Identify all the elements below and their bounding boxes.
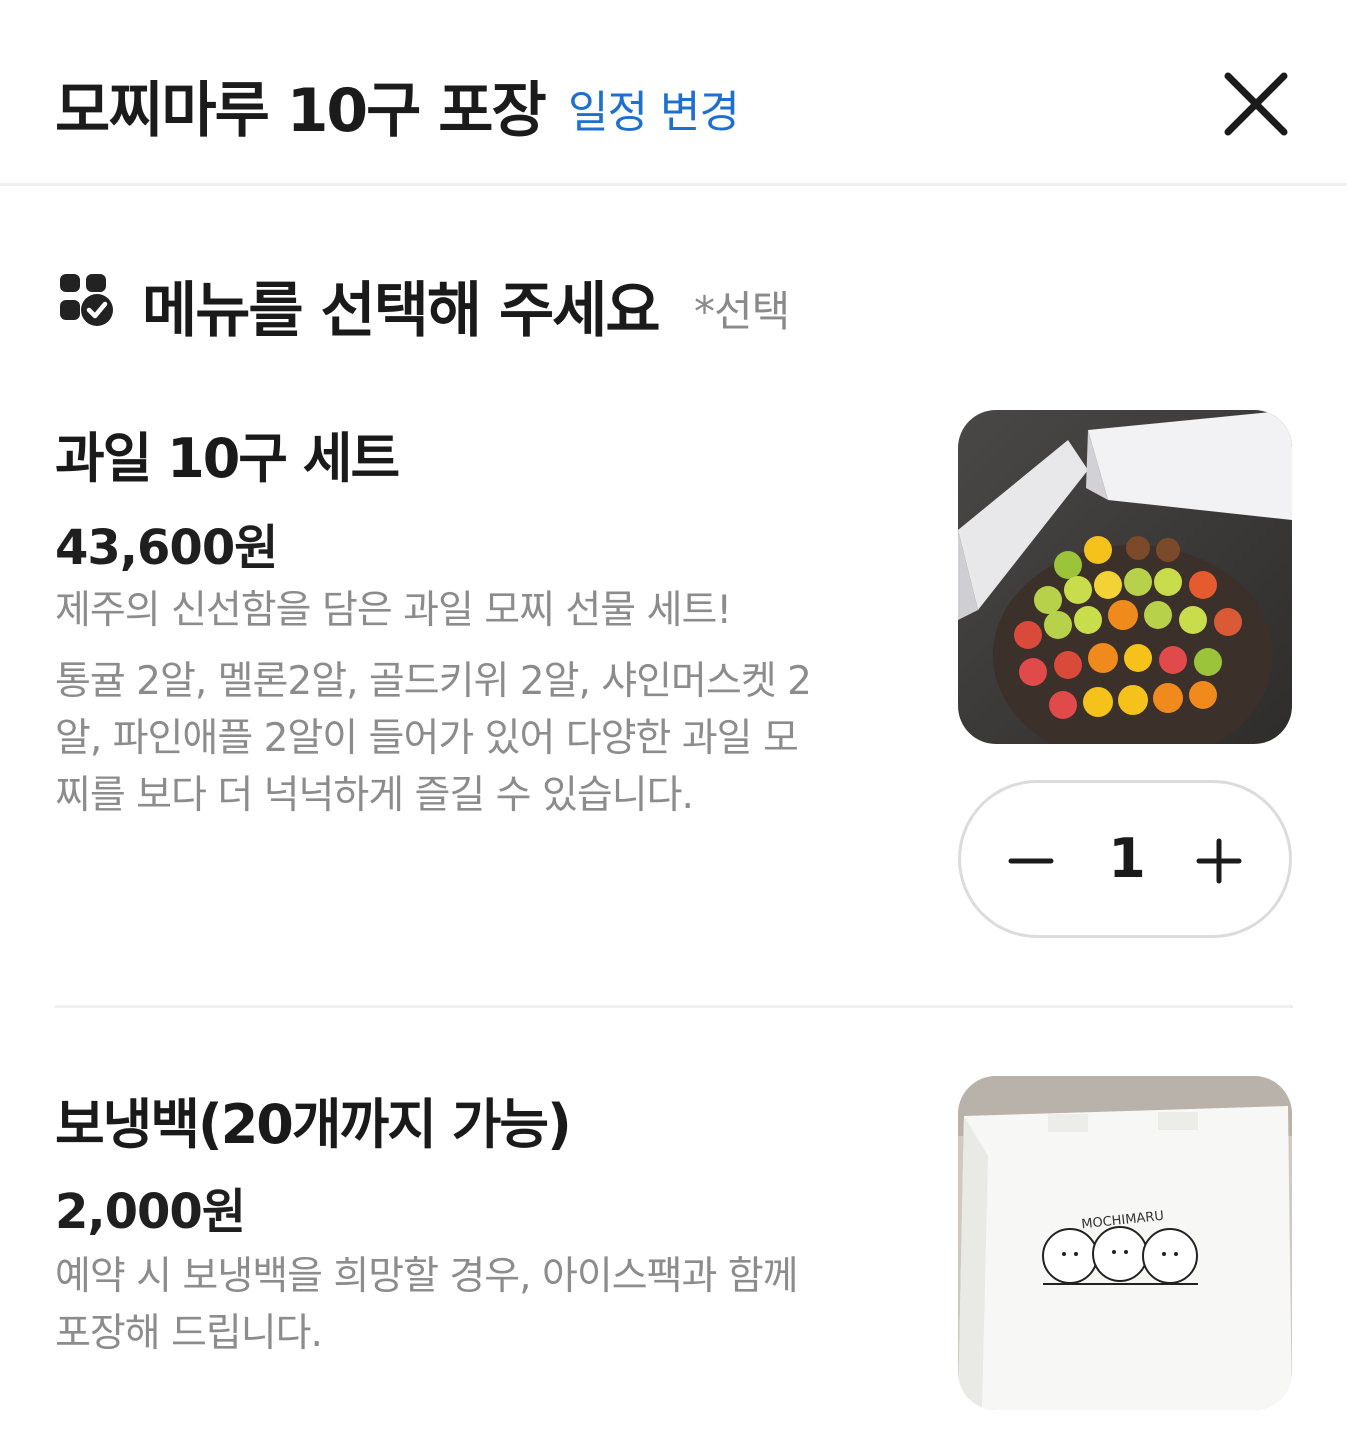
desc-line: 제주의 신선함을 담은 과일 모찌 선물 세트! bbox=[55, 588, 732, 633]
cooler-bag-photo: MOCHIMARU bbox=[958, 1076, 1292, 1410]
minus-icon bbox=[1008, 858, 1054, 864]
divider bbox=[55, 1005, 1293, 1008]
desc-line: 찌를 보다 더 넉넉하게 즐길 수 있습니다. bbox=[55, 773, 694, 818]
optional-note: *선택 bbox=[694, 287, 790, 336]
increase-button[interactable] bbox=[1177, 819, 1261, 903]
header: 모찌마루 10구 포장 일정 변경 bbox=[0, 0, 1347, 186]
menu-selection-page: 모찌마루 10구 포장 일정 변경 메뉴를 선택해 주세요 *선택 과일 10구… bbox=[0, 0, 1347, 1440]
item-price: 2,000원 bbox=[55, 1184, 246, 1240]
page-title: 모찌마루 10구 포장 bbox=[55, 76, 547, 146]
quantity-stepper: 1 bbox=[958, 780, 1292, 938]
desc-line: 포장해 드립니다. bbox=[55, 1311, 323, 1356]
desc-line: 알, 파인애플 2알이 들어가 있어 다양한 과일 모 bbox=[55, 716, 799, 761]
change-schedule-link[interactable]: 일정 변경 bbox=[568, 76, 740, 140]
item-name: 과일 10구 세트 bbox=[55, 427, 400, 490]
close-icon bbox=[1224, 72, 1288, 136]
item-name: 보냉백(20개까지 가능) bbox=[55, 1093, 572, 1156]
section-title: 메뉴를 선택해 주세요 bbox=[142, 276, 661, 346]
close-button[interactable] bbox=[1218, 66, 1294, 142]
fruit-mochi-set-photo bbox=[958, 410, 1292, 744]
item-description: 제주의 신선함을 담은 과일 모찌 선물 세트! 통귤 2알, 멜론2알, 골드… bbox=[55, 582, 915, 824]
desc-line: 통귤 2알, 멜론2알, 골드키위 2알, 샤인머스켓 2 bbox=[55, 659, 812, 704]
quantity-value: 1 bbox=[1108, 827, 1146, 890]
menu-check-icon bbox=[58, 270, 114, 326]
decrease-button[interactable] bbox=[989, 819, 1073, 903]
desc-line: 예약 시 보냉백을 희망할 경우, 아이스팩과 함께 bbox=[55, 1254, 799, 1299]
plus-icon bbox=[1196, 838, 1242, 884]
item-description: 예약 시 보냉백을 희망할 경우, 아이스팩과 함께 포장해 드립니다. bbox=[55, 1248, 915, 1362]
item-price: 43,600원 bbox=[55, 520, 278, 576]
